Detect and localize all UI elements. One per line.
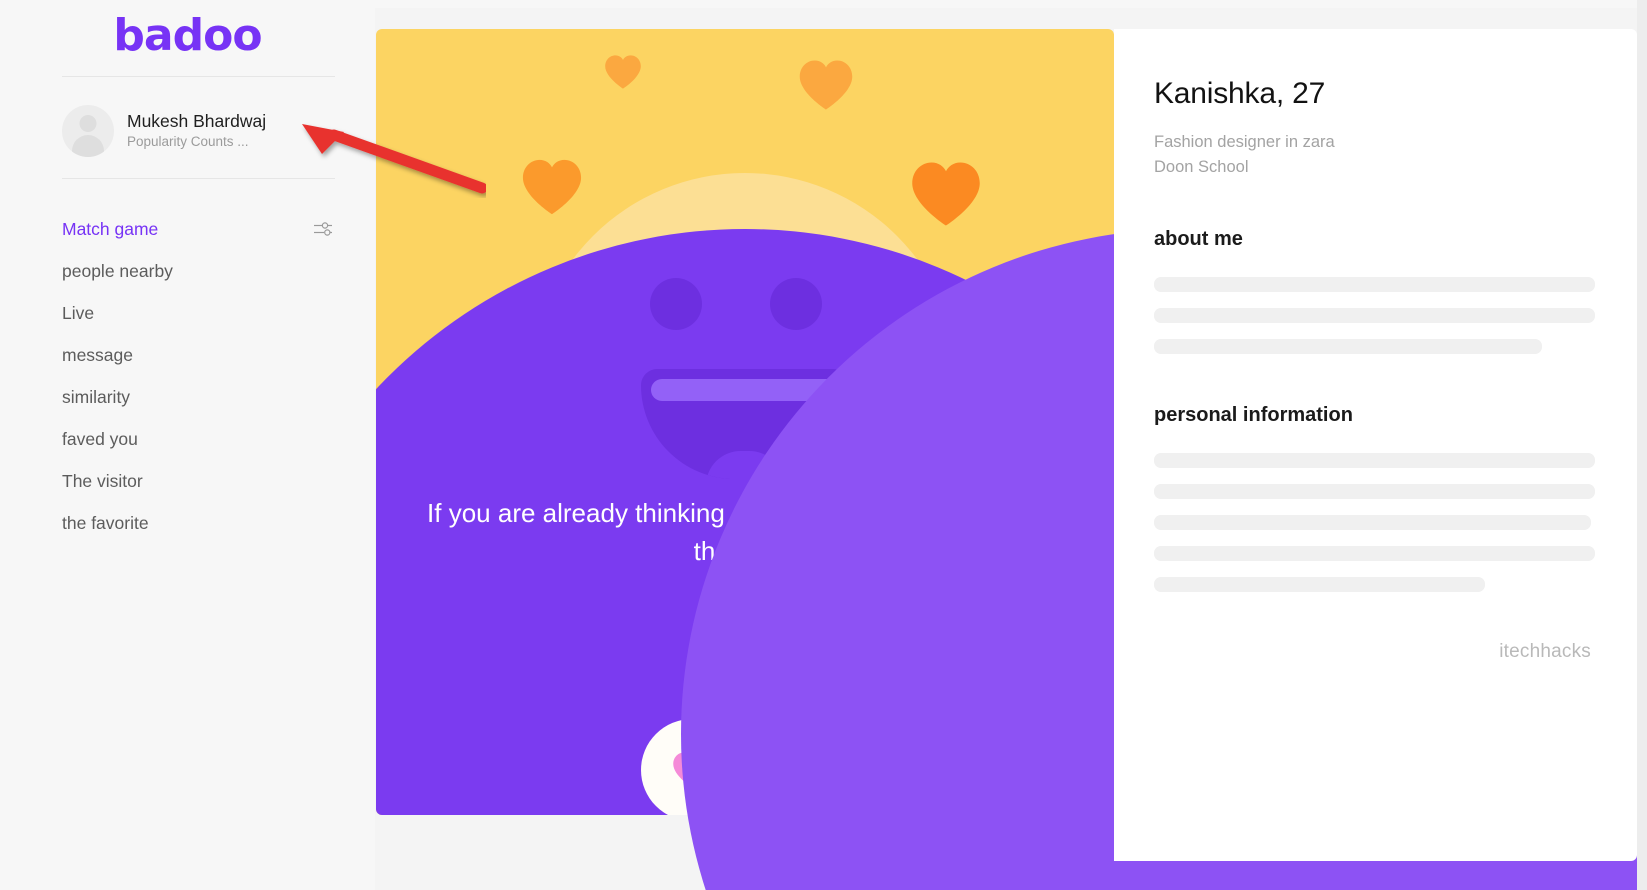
sidebar-item-label: message bbox=[62, 344, 134, 365]
badoo-logo[interactable]: badoo bbox=[113, 14, 262, 58]
sidebar-item-the-favorite[interactable]: the favorite bbox=[62, 502, 345, 544]
profile-name-age: Kanishka, 27 bbox=[1154, 77, 1326, 110]
sidebar-item-similarity[interactable]: similarity bbox=[62, 376, 345, 418]
personal-skeleton-line bbox=[1154, 576, 1485, 592]
about-skeleton-line bbox=[1154, 338, 1543, 354]
watermark-text: itechhacks bbox=[1499, 641, 1591, 662]
profile-occupation: Fashion designer in zara bbox=[1154, 133, 1335, 151]
decor-heart-icon bbox=[604, 53, 642, 91]
decor-heart-icon bbox=[521, 157, 583, 217]
sidebar-item-message[interactable]: message bbox=[62, 334, 345, 376]
about-me-heading: about me bbox=[1154, 227, 1243, 250]
sidebar-item-match-game[interactable]: Match game bbox=[62, 208, 345, 250]
sidebar-item-live[interactable]: Live bbox=[62, 292, 345, 334]
personal-skeleton-line bbox=[1154, 545, 1595, 561]
about-skeleton-line bbox=[1154, 276, 1595, 292]
sidebar-divider-top bbox=[62, 76, 335, 77]
sidebar-item-label: people nearby bbox=[62, 260, 173, 281]
personal-skeleton-line bbox=[1154, 452, 1595, 468]
personal-information-heading: personal information bbox=[1154, 403, 1353, 426]
person-placeholder-icon bbox=[62, 105, 114, 157]
brand-logo-wrap: badoo bbox=[0, 14, 375, 58]
user-profile-text: Mukesh Bhardwaj Popularity Counts ... bbox=[127, 111, 266, 150]
about-skeleton-line bbox=[1154, 307, 1595, 323]
sidebar-item-label: Match game bbox=[62, 218, 159, 239]
sidebar-item-label: the favorite bbox=[62, 512, 149, 533]
sidebar-item-label: The visitor bbox=[62, 470, 143, 491]
sidebar-item-label: similarity bbox=[62, 386, 131, 407]
personal-skeleton-line bbox=[1154, 483, 1595, 499]
sidebar-item-the-visitor[interactable]: The visitor bbox=[62, 460, 345, 502]
user-profile-row[interactable]: Mukesh Bhardwaj Popularity Counts ... bbox=[62, 100, 342, 162]
sidebar-divider-bottom bbox=[62, 178, 335, 179]
sidebar-item-label: faved you bbox=[62, 428, 138, 449]
sidebar-item-label: Live bbox=[62, 302, 95, 323]
sidebar-item-faved-you[interactable]: faved you bbox=[62, 418, 345, 460]
mascot-eye-left bbox=[650, 278, 702, 330]
filter-sliders-icon[interactable] bbox=[313, 219, 333, 239]
decor-heart-icon bbox=[798, 58, 854, 112]
profile-details-panel: Kanishka, 27 Fashion designer in zara Do… bbox=[1114, 29, 1637, 861]
badoo-app-window: badoo Mukesh Bhardwaj Popularity Counts … bbox=[0, 0, 1647, 890]
user-name: Mukesh Bhardwaj bbox=[127, 111, 267, 132]
profile-education: Doon School bbox=[1154, 157, 1249, 176]
sidebar-nav: Match game people nearby Live message si… bbox=[62, 208, 345, 544]
user-status: Popularity Counts ... bbox=[127, 134, 249, 150]
personal-skeleton-line bbox=[1154, 514, 1591, 530]
left-sidebar: badoo Mukesh Bhardwaj Popularity Counts … bbox=[0, 0, 375, 890]
page-right-gutter bbox=[1637, 0, 1647, 890]
decor-heart-icon bbox=[910, 159, 982, 229]
sidebar-item-people-nearby[interactable]: people nearby bbox=[62, 250, 345, 292]
mascot-eye-right bbox=[770, 278, 822, 330]
